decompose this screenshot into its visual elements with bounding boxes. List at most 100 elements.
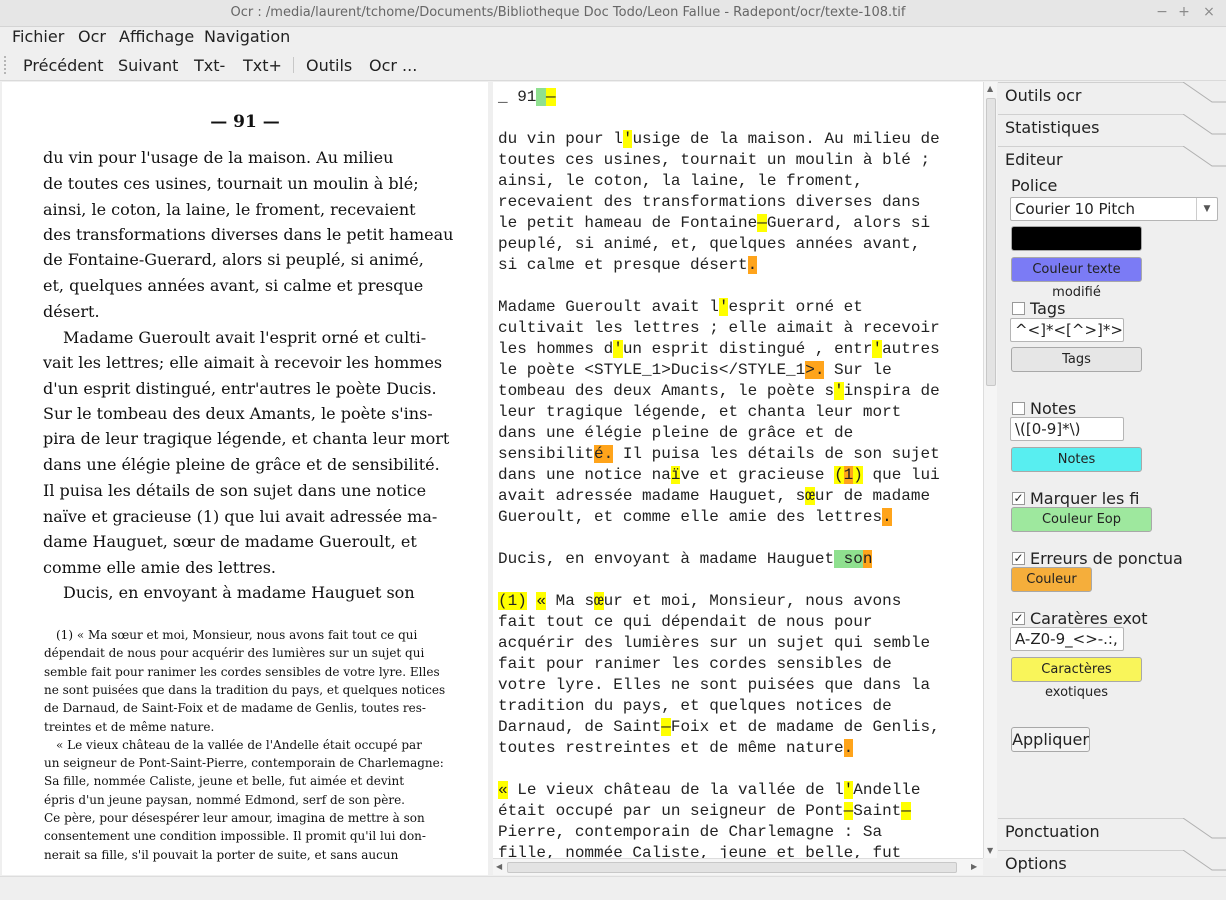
editor-line[interactable]: peuplé, si animé, et, quelques années av… (498, 234, 920, 255)
exotic-chars-label: Caratères exot (1030, 609, 1148, 628)
editor-line[interactable]: Ducis, en envoyant à madame Hauguet son (498, 549, 873, 570)
scan-footnote-line: consentement une condition impossible. I… (44, 829, 426, 844)
highlighted-text: >. (805, 361, 825, 379)
editor-line[interactable]: Pierre, contemporain de Charlemagne : Sa (498, 822, 882, 843)
tab-statistiques[interactable]: Statistiques (998, 114, 1226, 144)
police-label: Police (1011, 176, 1058, 195)
editor-horizontal-scrollbar[interactable]: ◀ ▶ (493, 858, 983, 875)
editor-text: tradition du pays, et quelques notices d… (498, 697, 892, 715)
tab-outils-ocr[interactable]: Outils ocr (998, 82, 1226, 112)
tags-checkbox[interactable] (1012, 302, 1025, 315)
ocr-menu-button[interactable]: Ocr ... (369, 56, 417, 75)
scroll-right-icon[interactable]: ▶ (971, 862, 977, 871)
highlighted-text: ' (622, 130, 633, 148)
minimize-button[interactable]: − (1153, 3, 1171, 21)
exotic-chars-regex-input[interactable]: A-Z0-9_<>-.:, ] (1010, 627, 1124, 651)
previous-button[interactable]: Précédent (23, 56, 104, 75)
editor-line[interactable]: le petit hameau de Fontaine—Guerard, alo… (498, 213, 930, 234)
editor-line[interactable]: leur tragique légende, et chanta leur mo… (498, 402, 901, 423)
notes-button[interactable]: Notes (1011, 447, 1142, 472)
menu-fichier[interactable]: Fichier (12, 27, 64, 46)
editor-line[interactable]: toutes ces usines, tournait un moulin à … (498, 150, 930, 171)
editor-line[interactable]: cultivait les lettres ; elle aimait à re… (498, 318, 940, 339)
eop-color-button[interactable]: Couleur Eop (1011, 507, 1152, 532)
tab-ponctuation[interactable]: Ponctuation (998, 818, 1226, 848)
notes-checkbox[interactable] (1012, 402, 1025, 415)
scroll-left-icon[interactable]: ◀ (496, 862, 502, 871)
tags-regex-input[interactable]: ^<]*<[^>]*> (1010, 318, 1124, 342)
next-button[interactable]: Suivant (118, 56, 178, 75)
menu-affichage[interactable]: Affichage (119, 27, 194, 46)
scan-text-line: vait les lettres; elle aimait à recevoir… (43, 353, 443, 372)
editor-vertical-scrollbar[interactable]: ▲ ▼ (983, 82, 997, 858)
highlighted-text: — (757, 214, 767, 232)
editor-line[interactable]: fille, nommée Caliste, jeune et belle, f… (498, 843, 901, 858)
close-button[interactable]: × (1200, 3, 1218, 21)
highlighted-text: . (882, 508, 892, 526)
text-smaller-button[interactable]: Txt- (194, 56, 225, 75)
editor-line[interactable]: était occupé par un seigneur de Pont—Sai… (498, 801, 911, 822)
editor-text: Foix et de madame de Genlis, (670, 718, 940, 736)
punctuation-label: Erreurs de ponctua (1030, 549, 1183, 568)
editor-line[interactable]: ainsi, le coton, la laine, le froment, (498, 171, 863, 192)
editor-text: inspira de (843, 382, 940, 400)
scroll-down-icon[interactable]: ▼ (987, 846, 993, 855)
punctuation-checkbox[interactable]: ✓ (1012, 552, 1025, 565)
editor-text: fille, nommée Caliste, jeune et belle, f… (498, 844, 902, 858)
window-title: Ocr : /media/laurent/tchome/Documents/Bi… (230, 5, 906, 20)
modified-text-color-button[interactable]: Couleur texte modifié (1011, 257, 1142, 300)
editor-line[interactable]: dans une élégie pleine de grâce et de (498, 423, 853, 444)
editor-text: recevaient des transformations diverses … (498, 193, 921, 211)
notes-regex-input[interactable]: \([0-9]*\) (1010, 417, 1124, 441)
tags-button[interactable]: Tags (1011, 347, 1142, 372)
vertical-scroll-thumb[interactable] (986, 98, 996, 386)
editor-line[interactable]: tombeau des deux Amants, le poète s'insp… (498, 381, 940, 402)
editor-line[interactable]: (1) « Ma sœur et moi, Monsieur, nous avo… (498, 591, 901, 612)
editor-line[interactable]: « Le vieux château de la vallée de l'And… (498, 780, 921, 801)
scan-text-line: Madame Gueroult avait l'esprit orné et c… (63, 328, 427, 347)
text-larger-button[interactable]: Txt+ (243, 56, 282, 75)
editor-line[interactable]: _ 91 — (498, 87, 556, 108)
highlighted-text: « (498, 781, 508, 799)
tools-button[interactable]: Outils (306, 56, 352, 75)
editor-text: les hommes d (498, 340, 614, 358)
editor-line[interactable]: fait tout ce qui dépendait de nous pour (498, 612, 872, 633)
punctuation-color-button[interactable]: Couleur (1011, 567, 1092, 592)
editor-line[interactable]: votre lyre. Elles ne sont puisées que da… (498, 675, 930, 696)
editor-line[interactable]: les hommes d'un esprit distingué , entr'… (498, 339, 940, 360)
toolbar-grip[interactable] (4, 56, 10, 74)
editor-line[interactable]: avait adressée madame Hauguet, sœur de m… (498, 486, 930, 507)
text-color-swatch[interactable] (1011, 226, 1142, 251)
apply-button[interactable]: Appliquer (1011, 727, 1090, 752)
editor-line[interactable]: recevaient des transformations diverses … (498, 192, 920, 213)
editor-line[interactable]: tradition du pays, et quelques notices d… (498, 696, 892, 717)
highlighted-text: ' (613, 340, 623, 358)
editor-line[interactable]: toutes restreintes et de même nature. (498, 738, 854, 759)
maximize-button[interactable]: + (1175, 3, 1193, 21)
editor-line[interactable]: Darnaud, de Saint—Foix et de madame de G… (498, 717, 940, 738)
editor-line[interactable]: Madame Gueroult avait l'esprit orné et (498, 297, 863, 318)
editor-line[interactable]: dans une notice naïve et gracieuse (1) q… (498, 465, 940, 486)
eop-checkbox[interactable]: ✓ (1012, 492, 1025, 505)
scan-footnote-line: ne sont puisées que dans la tradition du… (44, 682, 446, 697)
editor-line[interactable]: fait pour ranimer les cordes sensibles d… (498, 654, 892, 675)
editor-line[interactable]: le poète <STYLE_1>Ducis</STYLE_1>. Sur l… (498, 360, 892, 381)
editor-line[interactable]: Gueroult, et comme elle amie des lettres… (498, 507, 892, 528)
scroll-up-icon[interactable]: ▲ (987, 84, 993, 93)
horizontal-scroll-thumb[interactable] (507, 862, 957, 873)
exotic-chars-button[interactable]: Caractères exotiques (1011, 657, 1142, 700)
editor-line[interactable]: sensibilité. Il puisa les détails de son… (498, 444, 940, 465)
ocr-text-editor[interactable]: _ 91 — du vin pour l'usige de la maison. … (493, 82, 983, 858)
scanned-page-view[interactable]: — 91 — du vin pour l'usage de la maison.… (2, 82, 488, 875)
exotic-chars-checkbox[interactable]: ✓ (1012, 612, 1025, 625)
tab-editeur[interactable]: Editeur (998, 146, 1226, 176)
font-select[interactable]: Courier 10 Pitch ▼ (1010, 197, 1218, 221)
editor-line[interactable]: acquérir des lumières sur un sujet qui s… (498, 633, 930, 654)
chevron-down-icon[interactable]: ▼ (1196, 198, 1217, 220)
toolbar: Précédent Suivant Txt- Txt+ Outils Ocr .… (0, 50, 1226, 81)
editor-line[interactable]: si calme et presque désert. (498, 255, 758, 276)
editor-line[interactable]: du vin pour l'usige de la maison. Au mil… (498, 129, 940, 150)
menu-ocr[interactable]: Ocr (78, 27, 106, 46)
menu-navigation[interactable]: Navigation (204, 27, 290, 46)
scan-text-line: Il puisa les détails de son sujet dans u… (43, 481, 427, 500)
